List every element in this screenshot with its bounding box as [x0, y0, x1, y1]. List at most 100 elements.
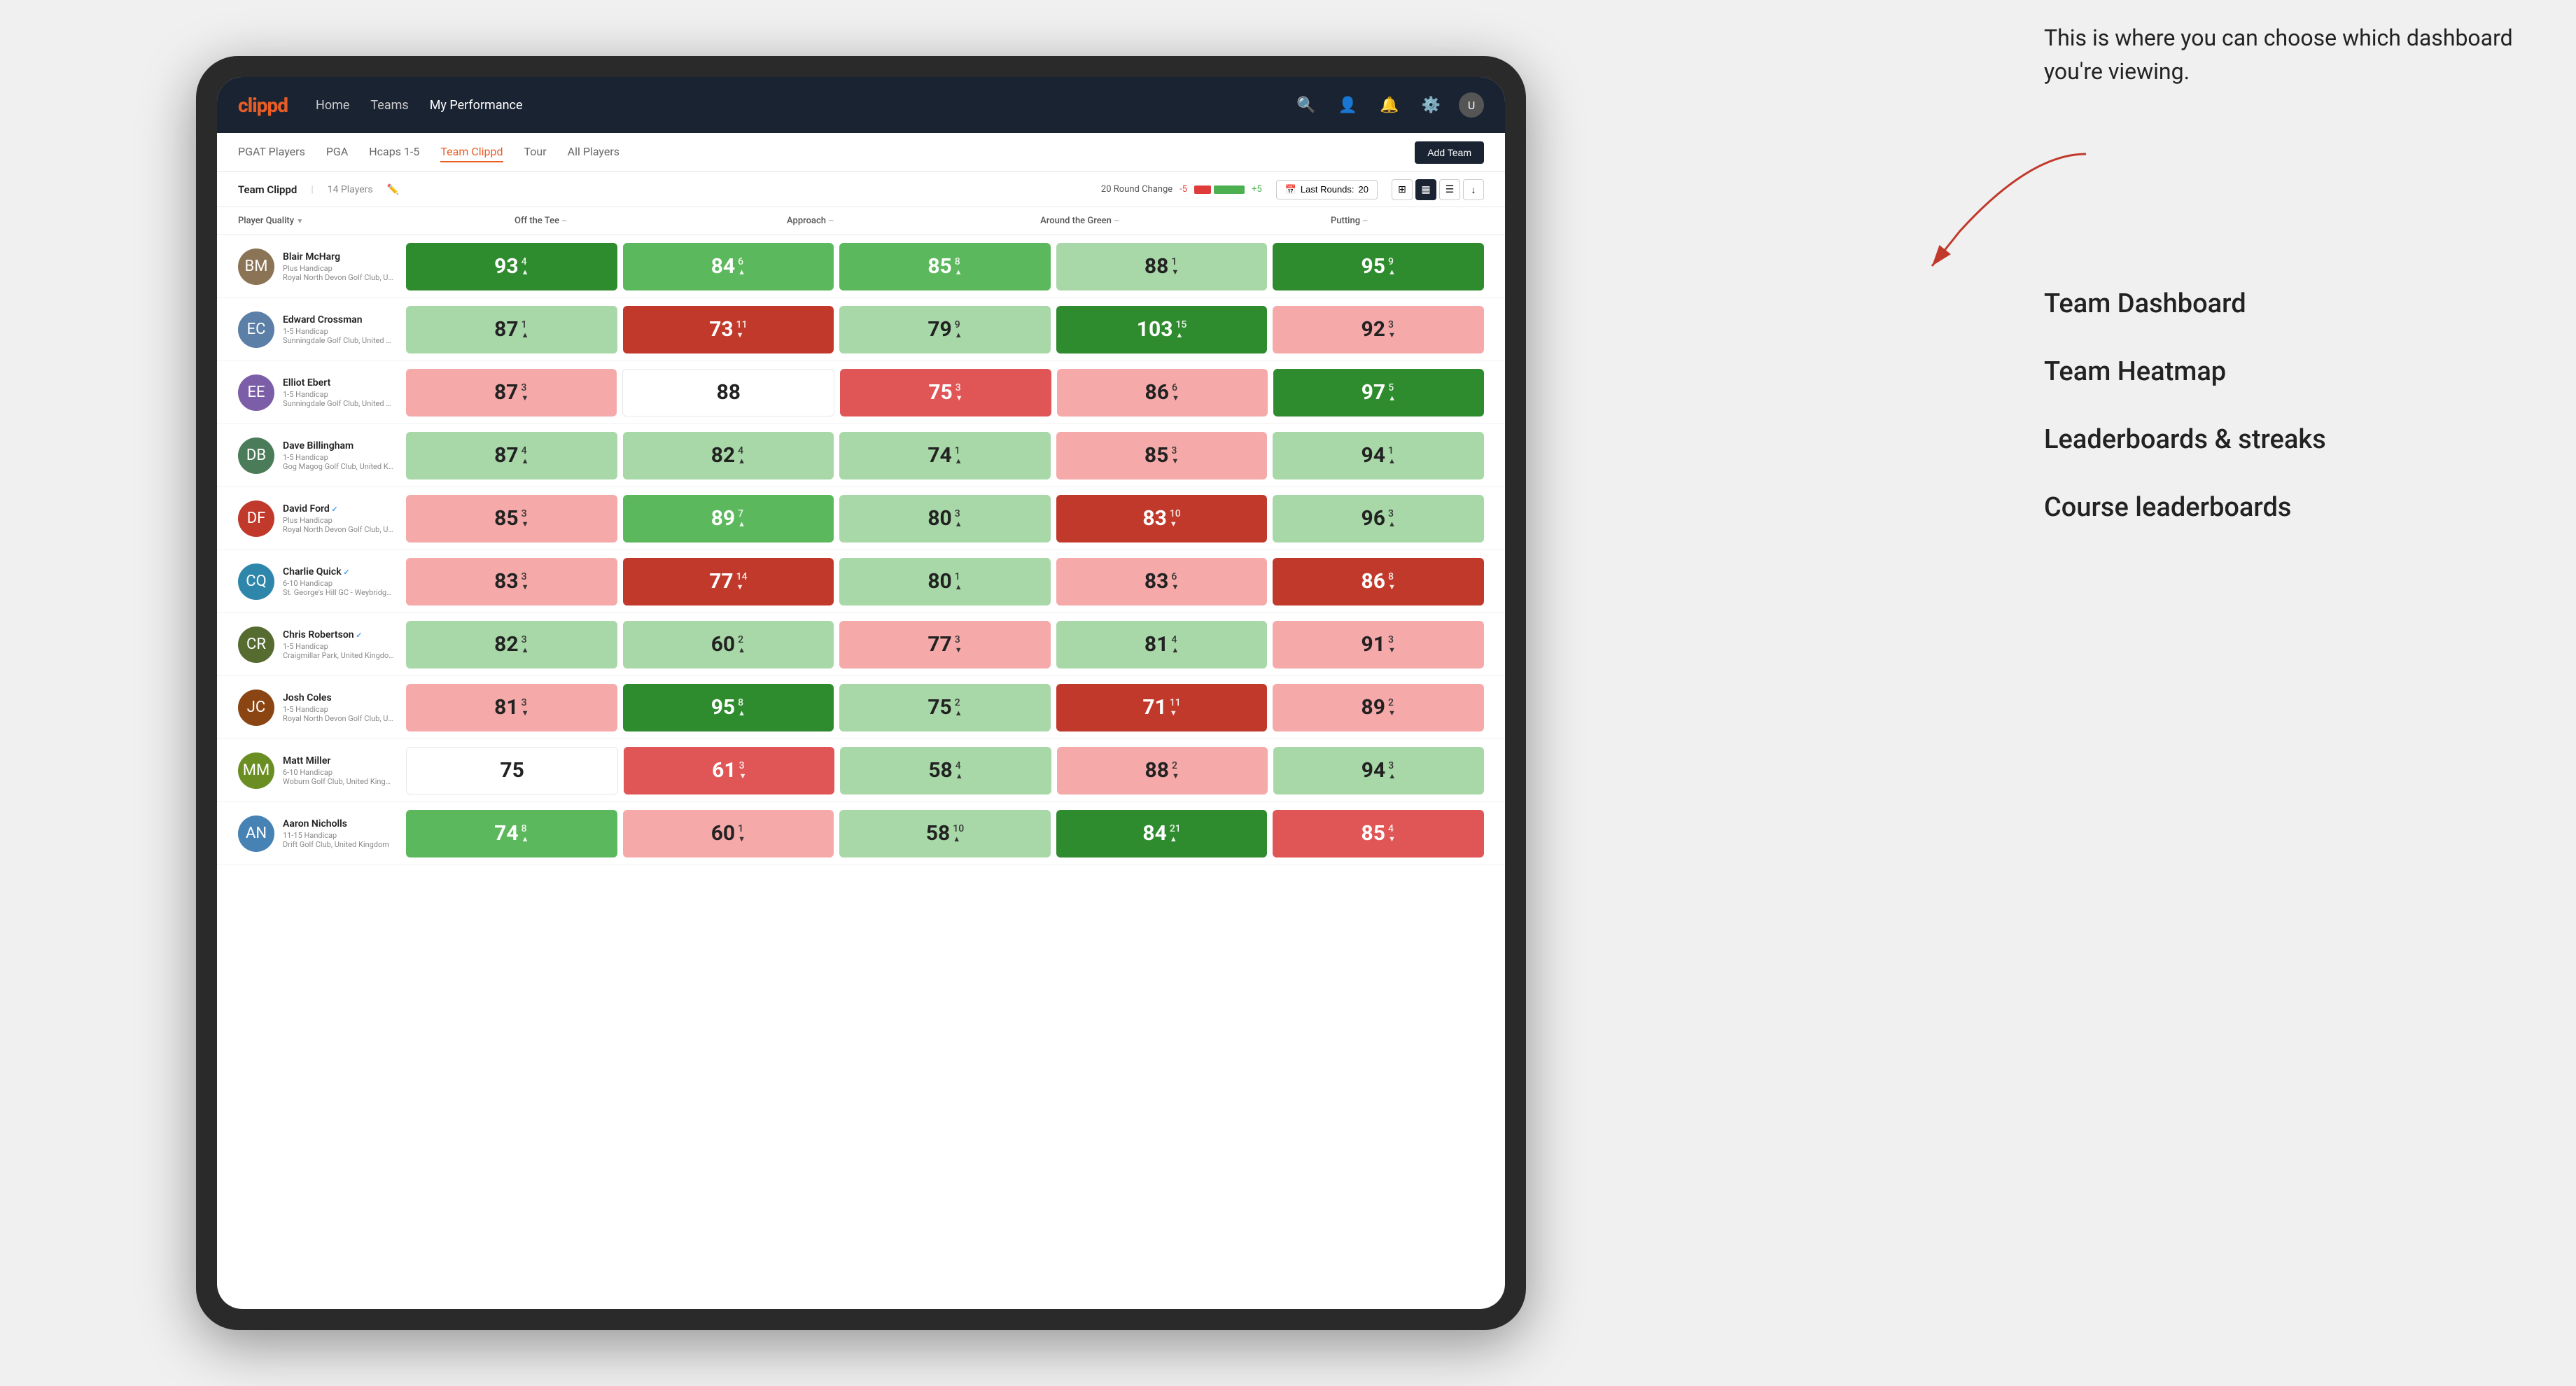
- col-header-around-green: Around the Green —: [945, 216, 1214, 226]
- stat-change: 10▼: [1170, 508, 1181, 528]
- stat-value: 91: [1362, 632, 1385, 657]
- table-row[interactable]: AN Aaron Nicholls11-15 HandicapDrift Golf…: [217, 802, 1505, 865]
- table-row[interactable]: JCJosh Coles1-5 HandicapRoyal North Devo…: [217, 676, 1505, 739]
- stat-cell: 923▼: [1273, 306, 1484, 354]
- list-view-button[interactable]: ☰: [1439, 179, 1460, 200]
- stat-change: 3▲: [522, 634, 529, 654]
- avatar: CR: [238, 626, 274, 663]
- stat-value: 80: [927, 569, 951, 594]
- stat-value: 85: [494, 506, 518, 531]
- search-button[interactable]: 🔍: [1292, 92, 1320, 118]
- stat-change: 6▲: [738, 256, 746, 276]
- up-arrow-icon: ▲: [738, 267, 746, 276]
- table-row[interactable]: DFDavid Ford ✓Plus HandicapRoyal North D…: [217, 487, 1505, 550]
- grid-view-button[interactable]: ⊞: [1392, 179, 1413, 200]
- stat-cell: 813▼: [406, 684, 617, 732]
- up-arrow-icon: ▲: [738, 456, 746, 465]
- settings-button[interactable]: ⚙️: [1418, 92, 1445, 118]
- change-num: 2: [1172, 760, 1177, 771]
- stat-value: 73: [709, 317, 733, 342]
- stat-value: 71: [1142, 695, 1166, 720]
- user-avatar[interactable]: U: [1459, 92, 1484, 118]
- change-num: 5: [1388, 382, 1394, 393]
- profile-button[interactable]: 👤: [1334, 92, 1362, 118]
- stat-value: 74: [494, 821, 518, 846]
- player-name: Josh Coles: [283, 692, 395, 704]
- change-num: 4: [522, 256, 527, 267]
- table-row[interactable]: CQCharlie Quick ✓6-10 HandicapSt. George…: [217, 550, 1505, 613]
- stat-value: 88: [1144, 254, 1168, 279]
- player-handicap: 6-10 Handicap: [283, 768, 406, 777]
- notifications-button[interactable]: 🔔: [1376, 92, 1403, 118]
- change-num: 8: [955, 256, 960, 267]
- stat-change: 8▼: [1388, 571, 1396, 592]
- verified-icon: ✓: [354, 631, 363, 640]
- table-row[interactable]: BMBlair McHargPlus HandicapRoyal North D…: [217, 235, 1505, 298]
- nav-home[interactable]: Home: [316, 95, 349, 115]
- player-handicap: 1-5 Handicap: [283, 642, 406, 651]
- stat-cell: 882▼: [1057, 747, 1268, 794]
- player-info: MMMatt Miller6-10 HandicapWoburn Golf Cl…: [238, 752, 406, 789]
- down-arrow-icon: ▼: [1172, 771, 1180, 780]
- tab-pgat-players[interactable]: PGAT Players: [238, 142, 305, 162]
- stat-change: 4▲: [738, 445, 746, 465]
- change-num: 3: [521, 382, 526, 393]
- tab-hcaps[interactable]: Hcaps 1-5: [369, 142, 419, 162]
- tab-team-clippd[interactable]: Team Clippd: [440, 142, 503, 162]
- change-num: 3: [522, 634, 527, 645]
- stat-value: 75: [500, 758, 524, 783]
- stat-cell: 824▲: [623, 432, 834, 479]
- bar-red: [1194, 186, 1211, 194]
- edit-icon[interactable]: ✏️: [387, 184, 399, 195]
- stat-cell: 7111▼: [1056, 684, 1268, 732]
- player-details: Aaron Nicholls11-15 HandicapDrift Golf C…: [283, 818, 406, 849]
- avatar: AN: [238, 816, 274, 852]
- player-info: DFDavid Ford ✓Plus HandicapRoyal North D…: [238, 500, 406, 537]
- team-header: Team Clippd | 14 Players ✏️ 20 Round Cha…: [217, 172, 1505, 207]
- table-row[interactable]: CRChris Robertson ✓1-5 HandicapCraigmill…: [217, 613, 1505, 676]
- stat-value: 94: [1362, 443, 1385, 468]
- player-details: Elliot Ebert1-5 HandicapSunningdale Golf…: [283, 377, 406, 408]
- up-arrow-icon: ▲: [738, 708, 746, 718]
- round-change-pos: +5: [1252, 184, 1262, 195]
- tab-pga[interactable]: PGA: [326, 142, 348, 162]
- last-rounds-button[interactable]: 📅 Last Rounds: 20: [1276, 180, 1378, 200]
- stat-change: 6▼: [1172, 382, 1180, 402]
- nav-teams[interactable]: Teams: [370, 95, 408, 115]
- player-name: Elliot Ebert: [283, 377, 395, 388]
- nav-logo: clippd: [238, 94, 288, 117]
- table-row[interactable]: ECEdward Crossman1-5 HandicapSunningdale…: [217, 298, 1505, 361]
- annotation-intro: This is where you can choose which dashb…: [2044, 21, 2534, 88]
- stat-cell: 868▼: [1273, 558, 1484, 606]
- stat-value: 96: [1362, 506, 1385, 531]
- tab-all-players[interactable]: All Players: [568, 142, 620, 162]
- up-arrow-icon: ▲: [955, 519, 962, 528]
- player-name: Blair McHarg: [283, 251, 395, 262]
- heatmap-view-button[interactable]: ▦: [1415, 179, 1436, 200]
- table-row[interactable]: EEElliot Ebert1-5 HandicapSunningdale Go…: [217, 361, 1505, 424]
- stat-change: 1▼: [1171, 256, 1179, 276]
- stat-cell: 836▼: [1056, 558, 1268, 606]
- change-num: 3: [1171, 445, 1177, 456]
- stat-cell: 75: [406, 747, 618, 794]
- stat-change: 3▼: [522, 697, 529, 718]
- stat-value: 92: [1362, 317, 1385, 342]
- table-row[interactable]: MMMatt Miller6-10 HandicapWoburn Golf Cl…: [217, 739, 1505, 802]
- down-arrow-icon: ▼: [521, 393, 528, 402]
- stat-change: 3▼: [739, 760, 747, 780]
- table-row[interactable]: DBDave Billingham1-5 HandicapGog Magog G…: [217, 424, 1505, 487]
- down-arrow-icon: ▼: [1388, 645, 1396, 654]
- down-arrow-icon: ▼: [955, 645, 962, 654]
- stat-value: 60: [711, 821, 735, 846]
- sub-nav-tabs: PGAT Players PGA Hcaps 1-5 Team Clippd T…: [238, 142, 1415, 162]
- stat-cell: 584▲: [840, 747, 1051, 794]
- nav-my-performance[interactable]: My Performance: [430, 95, 523, 115]
- view-icons: ⊞ ▦ ☰ ↓: [1392, 179, 1484, 200]
- add-team-button[interactable]: Add Team: [1415, 141, 1484, 164]
- tab-tour[interactable]: Tour: [524, 142, 547, 162]
- down-arrow-icon: ▼: [1388, 708, 1396, 718]
- stat-cell: 8310▼: [1056, 495, 1268, 542]
- down-arrow-icon: ▼: [1388, 582, 1396, 592]
- change-num: 8: [1388, 571, 1394, 582]
- download-button[interactable]: ↓: [1463, 179, 1484, 200]
